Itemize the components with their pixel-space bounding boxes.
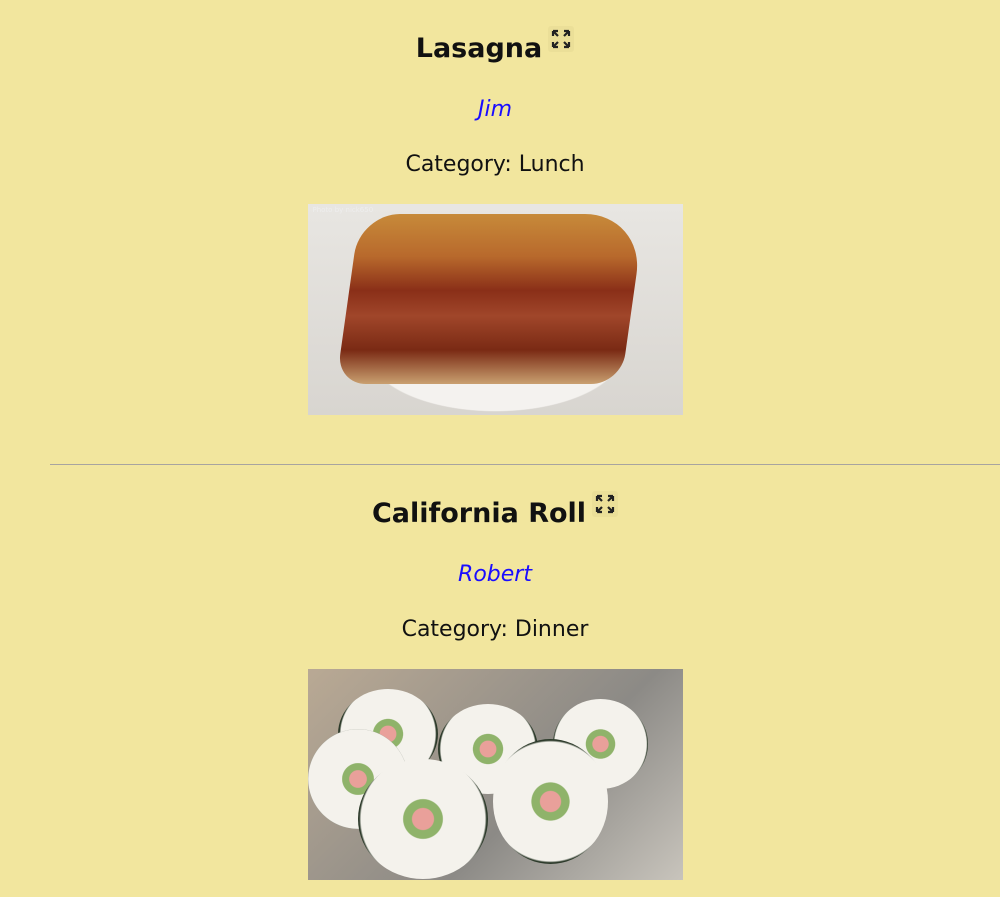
recipe-card-california-roll: California Roll Robert Category: Dinner xyxy=(50,465,940,880)
recipe-image xyxy=(307,669,683,880)
recipe-title: Lasagna xyxy=(415,33,543,64)
expand-icon[interactable] xyxy=(548,26,575,52)
recipe-author-link[interactable]: Robert xyxy=(50,560,940,590)
expand-icon[interactable] xyxy=(592,491,619,517)
sushi-roll xyxy=(357,759,488,879)
recipe-card-lasagna: Lasagna Jim Category: Lunch Photo by nic… xyxy=(50,0,940,415)
recipe-list: Lasagna Jim Category: Lunch Photo by nic… xyxy=(0,0,1000,880)
recipe-category: Category: Dinner xyxy=(401,617,589,642)
recipe-title: California Roll xyxy=(371,498,587,529)
lasagna-slice xyxy=(335,214,645,384)
photo-credit: Photo by nick650 xyxy=(312,206,374,214)
recipe-author-link[interactable]: Jim xyxy=(50,95,940,125)
recipe-category: Category: Lunch xyxy=(405,152,585,177)
recipe-image: Photo by nick650 xyxy=(307,204,683,415)
sushi-roll xyxy=(492,739,608,864)
